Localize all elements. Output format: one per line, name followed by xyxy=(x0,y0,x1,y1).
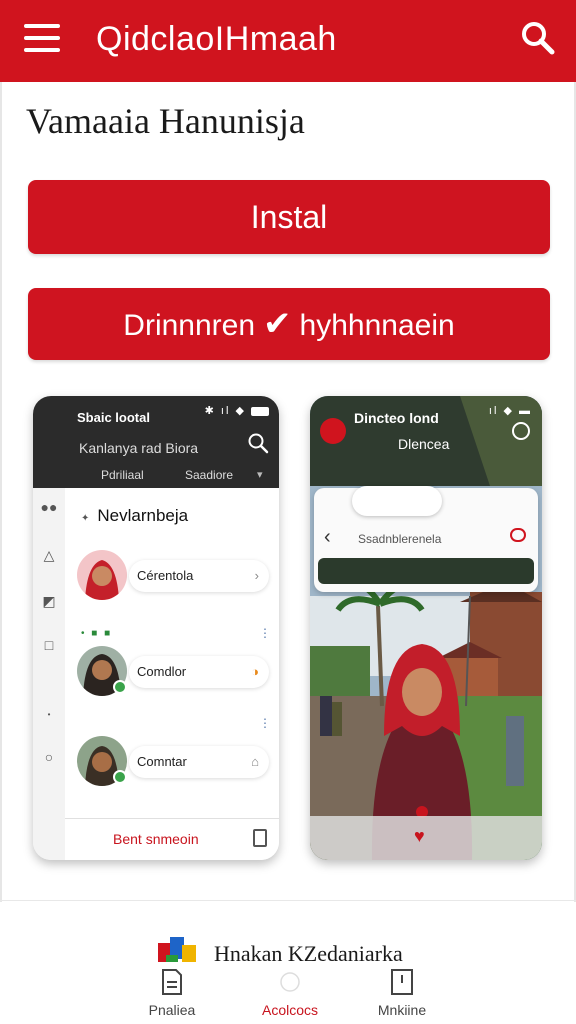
contact-row[interactable]: Cérentola › xyxy=(77,550,269,606)
contact-row[interactable]: Comntar ⌂ xyxy=(77,736,269,792)
install-button[interactable]: Instal xyxy=(28,180,550,254)
reaction-pill[interactable] xyxy=(352,486,442,516)
checkmark-icon: ✔ xyxy=(263,305,292,343)
puzzle-icon[interactable]: ◩ xyxy=(40,592,58,610)
avatar xyxy=(77,550,127,600)
app-bar: QidclaoIHmaah xyxy=(0,0,576,82)
contact-name: Cérentola xyxy=(137,568,194,583)
section-title: ✦ Nevlarnbeja xyxy=(81,506,188,526)
phone-a-tab-1[interactable]: Pdriliaal xyxy=(101,468,144,482)
mini-icons: • ■ ■ xyxy=(81,628,113,639)
online-badge xyxy=(113,680,127,694)
globe-icon xyxy=(280,972,300,992)
phone-screenshot-photo: ıl ◆ ▬ Dincteo lond Dlencea ‹ Ssadnblere… xyxy=(310,396,542,860)
bottom-tab-bar: Pnaliea Acolcocs Mnkiine xyxy=(0,962,576,1024)
status-icons: ✱ ıl ◆ xyxy=(205,404,269,417)
search-icon[interactable] xyxy=(247,432,269,454)
phone-b-subtitle: Dlencea xyxy=(398,436,450,452)
secondary-button-label-left: Drinnnren xyxy=(123,309,256,342)
phone-a-status-text: Sbaic lootal xyxy=(77,410,150,425)
chevron-right-icon: › xyxy=(254,568,259,583)
status-icon: ◑ xyxy=(251,664,259,679)
tab-label: Acolcocs xyxy=(261,1002,319,1018)
secondary-button-label-right: hyhhnnaein xyxy=(299,309,455,342)
phone-a-header: Sbaic lootal ✱ ıl ◆ Kanlanya rad Biora P… xyxy=(33,396,279,488)
online-badge xyxy=(113,770,127,784)
square-icon[interactable]: □ xyxy=(40,636,58,654)
brand-row: Hnakan KZedaniarka xyxy=(0,900,576,967)
battery-icon xyxy=(251,406,269,416)
status-icons: ıl ◆ ▬ xyxy=(488,405,532,417)
contact-name: Comntar xyxy=(137,754,187,769)
phone-b-title: Dincteo lond xyxy=(354,410,439,426)
close-icon[interactable] xyxy=(512,422,530,440)
lock-icon: ⌂ xyxy=(251,754,259,769)
contact-name: Comdlor xyxy=(137,664,187,679)
secondary-button[interactable]: Drinnnren ✔ hyhhnnaein xyxy=(28,288,550,360)
contact-name-pill: Comntar ⌂ xyxy=(129,746,269,778)
tab-pnaliea[interactable]: Pnaliea xyxy=(112,968,232,1020)
card-text: Ssadnblerenela xyxy=(358,532,442,546)
document-icon xyxy=(162,969,182,995)
phone-a-search-text: Kanlanya rad Biora xyxy=(79,440,199,456)
menu-icon[interactable] xyxy=(24,24,60,54)
clipboard-icon[interactable] xyxy=(253,829,267,847)
bell-icon[interactable]: △ xyxy=(40,546,58,564)
frame-left-border xyxy=(0,82,2,902)
phone-screenshot-messages: Sbaic lootal ✱ ıl ◆ Kanlanya rad Biora P… xyxy=(33,396,279,860)
heart-icon[interactable]: ♥ xyxy=(414,826,425,847)
people-icon[interactable]: ●● xyxy=(40,498,58,516)
dot-icon: • xyxy=(47,710,51,719)
contact-row[interactable]: Comdlor ◑ xyxy=(77,646,269,702)
tab-label: Mnkiine xyxy=(377,1002,427,1018)
phone-a-footer-label[interactable]: Bent snmeoin xyxy=(113,831,199,847)
tab-mnkiine[interactable]: Mnkiine xyxy=(342,968,462,1020)
contact-name-pill: Comdlor ◑ xyxy=(129,656,269,688)
phone-a-footer: Bent snmeoin xyxy=(65,818,279,860)
back-icon[interactable]: ‹ xyxy=(324,526,331,549)
more-icon[interactable]: ⋮ xyxy=(259,626,271,640)
bullet-icon: ✦ xyxy=(81,513,90,524)
contact-name-pill: Cérentola › xyxy=(129,560,269,592)
book-icon xyxy=(391,969,413,995)
page-subtitle: Vamaaia Hanunisja xyxy=(26,101,305,141)
app-logo-icon xyxy=(320,418,346,444)
search-icon[interactable] xyxy=(520,20,556,56)
chevron-down-icon[interactable]: ▾ xyxy=(257,468,263,481)
circle-icon[interactable]: ○ xyxy=(40,748,58,766)
phone-a-tab-2[interactable]: Saadiore xyxy=(185,468,233,482)
more-icon[interactable]: ⋮ xyxy=(259,716,271,730)
phone-a-sidebar: ●● △ ◩ □ • ○ xyxy=(33,488,65,860)
chat-icon[interactable] xyxy=(510,528,526,542)
tab-acolcocs[interactable]: Acolcocs xyxy=(230,968,350,1020)
phone-b-bottom-bar: ♥ xyxy=(310,816,542,860)
photo-scene xyxy=(310,396,542,860)
app-title: QidclaoIHmaah xyxy=(96,20,337,58)
tab-label: Pnaliea xyxy=(148,1002,196,1018)
section-title-text: Nevlarnbeja xyxy=(97,506,189,525)
card-toolbar xyxy=(318,558,534,584)
